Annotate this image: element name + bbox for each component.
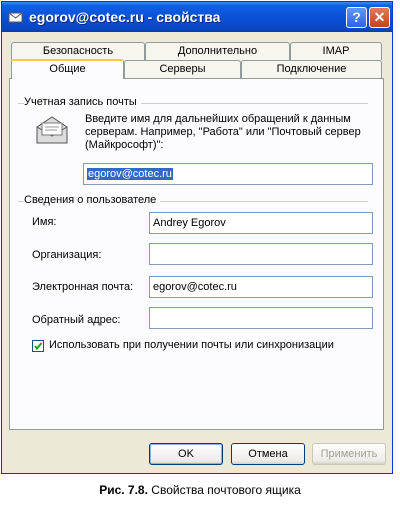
ok-button[interactable]: OK <box>149 443 223 465</box>
close-button[interactable]: ✕ <box>369 7 390 28</box>
mail-server-icon <box>36 116 68 144</box>
tab-general[interactable]: Общие <box>11 59 124 79</box>
help-icon: ? <box>352 9 361 25</box>
cancel-button[interactable]: Отмена <box>231 443 305 465</box>
reply-address-input[interactable] <box>149 307 373 329</box>
use-for-sync-checkbox[interactable] <box>32 340 44 352</box>
organization-input[interactable] <box>149 243 373 265</box>
apply-button[interactable]: Применить <box>312 443 386 465</box>
name-label: Имя: <box>32 216 57 228</box>
email-label: Электронная почта: <box>32 281 134 293</box>
tab-imap[interactable]: IMAP <box>290 42 382 60</box>
close-icon: ✕ <box>373 9 386 25</box>
figure-caption: Рис. 7.8. Свойства почтового ящика <box>0 483 400 497</box>
help-button[interactable]: ? <box>346 7 367 28</box>
figure-number: Рис. 7.8. <box>99 483 148 497</box>
checkmark-icon <box>34 342 43 351</box>
general-tab-panel: Учетная запись почты Введите имя для дал… <box>9 78 384 430</box>
tab-connection[interactable]: Подключение <box>241 60 382 78</box>
account-name-value: egorov@cotec.ru <box>87 168 173 180</box>
name-input[interactable]: Andrey Egorov <box>149 212 373 234</box>
mail-account-icon <box>8 12 23 23</box>
account-description: Введите имя для дальнейших обращений к д… <box>85 113 361 151</box>
account-group-label: Учетная запись почты <box>24 96 141 108</box>
use-for-sync-label: Использовать при получении почты или син… <box>49 339 334 351</box>
organization-label: Организация: <box>32 249 102 261</box>
email-input[interactable]: egorov@cotec.ru <box>149 276 373 298</box>
tab-advanced[interactable]: Дополнительно <box>145 42 290 60</box>
tab-security[interactable]: Безопасность <box>11 42 145 60</box>
tab-servers[interactable]: Серверы <box>124 60 241 78</box>
title-bar[interactable]: egorov@cotec.ru - свойства ? ✕ <box>2 2 392 32</box>
properties-dialog: egorov@cotec.ru - свойства ? ✕ Безопасно… <box>1 1 393 474</box>
user-group-label: Сведения о пользователе <box>24 194 161 206</box>
account-name-input[interactable]: egorov@cotec.ru <box>83 163 373 185</box>
figure-title: Свойства почтового ящика <box>151 483 301 497</box>
window-title: egorov@cotec.ru - свойства <box>29 9 221 25</box>
reply-address-label: Обратный адрес: <box>32 314 121 326</box>
